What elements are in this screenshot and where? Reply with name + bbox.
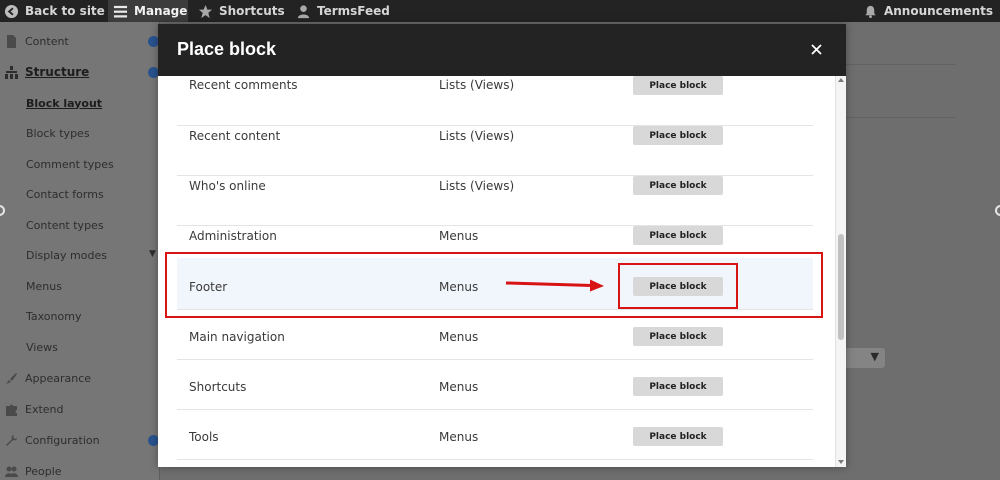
sidebar-item-structure[interactable]: Structure xyxy=(0,62,160,82)
sidebar-item-label: Content types xyxy=(26,218,104,232)
dialog-title: Place block xyxy=(177,39,277,59)
sidebar-item-appearance[interactable]: Appearance xyxy=(0,368,160,388)
block-category: Lists (Views) xyxy=(439,129,515,143)
sidebar-item-label: Content xyxy=(25,34,69,48)
place-block-button[interactable]: Place block xyxy=(633,327,723,346)
hamburger-icon xyxy=(113,5,128,17)
structure-icon xyxy=(5,66,18,79)
sidebar-item-views[interactable]: Views xyxy=(0,337,160,357)
carousel-next-icon xyxy=(995,205,1000,216)
table-row: Who's online Lists (Views) Place block xyxy=(177,176,813,226)
sidebar-item-label: Comment types xyxy=(26,157,114,171)
sidebar-item-label: Structure xyxy=(25,65,90,79)
block-category: Menus xyxy=(439,330,479,344)
close-icon xyxy=(810,43,822,55)
sidebar-item-people[interactable]: People xyxy=(0,461,160,480)
block-name: Recent content xyxy=(189,129,281,143)
scrollbar-thumb[interactable] xyxy=(838,234,844,340)
sidebar-item-taxonomy[interactable]: Taxonomy xyxy=(0,306,160,326)
block-category: Lists (Views) xyxy=(439,179,515,193)
background-divider xyxy=(846,64,956,65)
sidebar-item-menus[interactable]: Menus xyxy=(0,276,160,296)
place-block-button[interactable]: Place block xyxy=(633,176,723,195)
place-block-button[interactable]: Place block xyxy=(633,226,723,245)
bell-icon xyxy=(865,5,876,18)
chevron-down-icon: ▼ xyxy=(870,350,879,363)
scroll-down-icon[interactable] xyxy=(838,460,844,464)
star-icon xyxy=(198,4,213,18)
block-name: Tools xyxy=(189,430,219,444)
sidebar-item-label: Views xyxy=(26,340,58,354)
scroll-up-icon[interactable] xyxy=(838,78,844,82)
block-category: Menus xyxy=(439,380,479,394)
sidebar-item-contact-forms[interactable]: Contact forms xyxy=(0,184,160,204)
place-block-button[interactable]: Place block xyxy=(633,377,723,396)
table-row: Recent comments Lists (Views) Place bloc… xyxy=(177,76,813,126)
user-label: TermsFeed xyxy=(317,4,390,18)
back-arrow-icon xyxy=(4,4,19,18)
announcements-label: Announcements xyxy=(883,4,993,18)
document-icon xyxy=(7,35,16,48)
puzzle-icon xyxy=(6,404,17,416)
sidebar-item-label: Configuration xyxy=(25,433,100,447)
chevron-down-icon[interactable]: ▼ xyxy=(149,249,156,259)
sidebar-item-label: Menus xyxy=(26,279,62,293)
red-arrow-icon xyxy=(505,279,604,292)
admin-sidebar: Content Structure Block layout Block typ… xyxy=(0,22,160,480)
place-block-button[interactable]: Place block xyxy=(633,76,723,95)
sidebar-item-content-types[interactable]: Content types xyxy=(0,215,160,235)
sidebar-item-label: Block layout xyxy=(26,96,103,110)
dialog-header: Place block xyxy=(158,24,846,76)
manage-label: Manage xyxy=(134,4,188,18)
sidebar-item-label: Block types xyxy=(26,126,90,140)
block-name: Shortcuts xyxy=(189,380,247,394)
block-category: Menus xyxy=(439,229,479,243)
people-icon xyxy=(5,466,18,477)
back-to-site-label: Back to site xyxy=(25,4,105,18)
announcements-tab[interactable]: Announcements xyxy=(863,0,993,22)
background-divider xyxy=(846,117,956,118)
table-row: Shortcuts Menus Place block xyxy=(177,360,813,410)
block-name: Recent comments xyxy=(189,78,298,92)
place-block-button[interactable]: Place block xyxy=(633,427,723,446)
shortcuts-label: Shortcuts xyxy=(219,4,285,18)
sidebar-item-display-modes[interactable]: Display modes ▼ xyxy=(0,245,160,265)
sidebar-item-comment-types[interactable]: Comment types xyxy=(0,154,160,174)
table-row: Recent content Lists (Views) Place block xyxy=(177,126,813,176)
block-category: Lists (Views) xyxy=(439,78,515,92)
table-row: Tools Menus Place block xyxy=(177,410,813,460)
block-category: Menus xyxy=(439,430,479,444)
back-to-site-link[interactable]: Back to site xyxy=(4,0,105,22)
close-button[interactable] xyxy=(808,39,824,59)
shortcuts-tab[interactable]: Shortcuts xyxy=(198,0,285,22)
sidebar-item-label: Taxonomy xyxy=(26,309,82,323)
background-select: ▼ xyxy=(840,348,885,368)
dialog-scrollbar[interactable] xyxy=(835,76,846,467)
sidebar-item-configuration[interactable]: Configuration xyxy=(0,430,160,450)
place-block-button[interactable]: Place block xyxy=(633,126,723,145)
block-name: Main navigation xyxy=(189,330,285,344)
wrench-icon xyxy=(6,435,17,446)
sidebar-item-extend[interactable]: Extend xyxy=(0,399,160,419)
sidebar-item-label: Contact forms xyxy=(26,187,104,201)
user-tab[interactable]: TermsFeed xyxy=(296,0,390,22)
user-icon xyxy=(297,4,310,18)
sidebar-item-label: Extend xyxy=(25,402,64,416)
sidebar-item-label: Display modes xyxy=(26,248,107,262)
admin-toolbar: Back to site Manage Shortcuts TermsFeed … xyxy=(0,0,1000,22)
manage-tab[interactable]: Manage xyxy=(108,0,188,22)
place-block-dialog: Place block Recent comments Lists (Views… xyxy=(158,24,846,467)
sidebar-item-block-types[interactable]: Block types xyxy=(0,123,160,143)
brush-icon xyxy=(6,373,17,384)
sidebar-item-label: Appearance xyxy=(25,371,92,385)
block-name: Administration xyxy=(189,229,277,243)
highlight-box-place-button xyxy=(618,263,738,309)
sidebar-item-label: People xyxy=(25,464,62,478)
sidebar-item-content[interactable]: Content xyxy=(0,31,160,51)
block-name: Who's online xyxy=(189,179,266,193)
sidebar-item-block-layout[interactable]: Block layout xyxy=(0,93,160,113)
